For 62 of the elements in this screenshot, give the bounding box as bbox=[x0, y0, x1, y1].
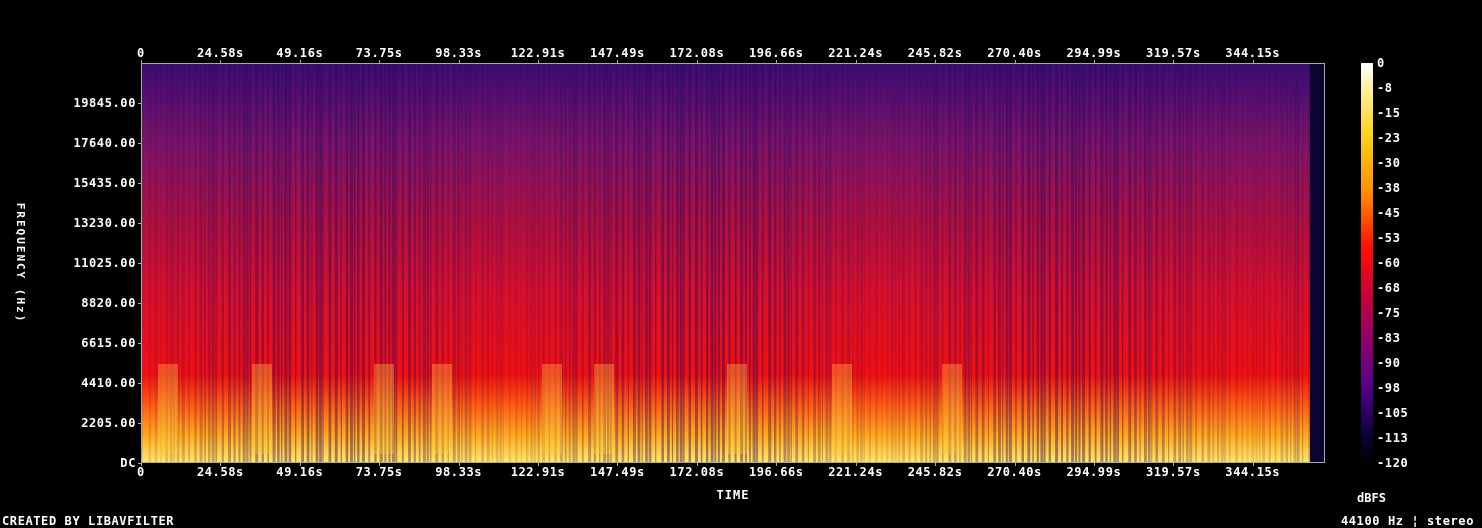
frequency-tick-label: 17640.00 bbox=[73, 136, 136, 150]
time-tick-label: 221.24s bbox=[828, 46, 884, 60]
time-tick-label: 49.16s bbox=[276, 46, 324, 60]
time-tick-label: 0 bbox=[137, 465, 145, 479]
axis-title: FREQUENCY (Hz) bbox=[14, 202, 27, 324]
time-tick-label: 122.91s bbox=[510, 465, 566, 479]
scale-tick-label: -120 bbox=[1377, 456, 1409, 470]
scale-unit-label: dBFS bbox=[1357, 491, 1387, 505]
scale-tick-label: -8 bbox=[1377, 81, 1393, 95]
frequency-tick-label: 15435.00 bbox=[73, 176, 136, 190]
time-tick-label: 73.75s bbox=[355, 46, 403, 60]
scale-tick-label: -68 bbox=[1377, 281, 1401, 295]
time-tick-label: 0 bbox=[137, 46, 145, 60]
time-tick-label: 49.16s bbox=[276, 465, 324, 479]
time-tick-label: 196.66s bbox=[748, 465, 804, 479]
time-tick-label: 294.99s bbox=[1066, 465, 1122, 479]
scale-tick-label: -30 bbox=[1377, 156, 1401, 170]
axis-title: TIME bbox=[716, 488, 750, 502]
scale-tick-label: -53 bbox=[1377, 231, 1401, 245]
scale-tick-label: -105 bbox=[1377, 406, 1409, 420]
scale-tick-label: -113 bbox=[1377, 431, 1409, 445]
time-tick-label: 147.49s bbox=[590, 46, 645, 60]
time-tick-label: 172.08s bbox=[669, 465, 725, 479]
frequency-tick-label: DC bbox=[120, 456, 136, 470]
audio-info-text: 44100 Hz ¦ stereo bbox=[1340, 514, 1474, 528]
time-tick-label: 98.33s bbox=[435, 465, 483, 479]
time-tick-label: 245.82s bbox=[907, 465, 963, 479]
scale-tick-label: 0 bbox=[1377, 56, 1385, 70]
frequency-tick-label: 11025.00 bbox=[73, 256, 136, 270]
scale-tick-label: -23 bbox=[1377, 131, 1401, 145]
frequency-tick-label: 8820.00 bbox=[81, 296, 136, 310]
time-tick-label: 245.82s bbox=[907, 46, 963, 60]
time-tick-label: 98.33s bbox=[435, 46, 483, 60]
time-tick-label: 172.08s bbox=[669, 46, 725, 60]
scale-tick-label: -38 bbox=[1377, 181, 1401, 195]
time-tick-label: 319.57s bbox=[1145, 46, 1201, 60]
time-tick-label: 221.24s bbox=[828, 465, 884, 479]
frequency-tick-label: 6615.00 bbox=[81, 336, 136, 350]
frequency-tick-label: 19845.00 bbox=[73, 96, 136, 110]
scale-tick-label: -90 bbox=[1377, 356, 1401, 370]
scale-tick-label: -45 bbox=[1377, 206, 1401, 220]
time-tick-label: 147.49s bbox=[590, 465, 645, 479]
time-tick-label: 294.99s bbox=[1066, 46, 1122, 60]
time-tick-label: 122.91s bbox=[510, 46, 566, 60]
scale-tick-label: -98 bbox=[1377, 381, 1401, 395]
time-tick-label: 24.58s bbox=[196, 46, 244, 60]
frequency-tick-label: 13230.00 bbox=[73, 216, 136, 230]
time-tick-label: 24.58s bbox=[196, 465, 244, 479]
time-tick-label: 344.15s bbox=[1225, 46, 1281, 60]
scale-tick-label: -83 bbox=[1377, 331, 1401, 345]
frequency-tick-label: 2205.00 bbox=[81, 416, 136, 430]
scale-tick-label: -60 bbox=[1377, 256, 1401, 270]
time-tick-label: 270.40s bbox=[987, 465, 1042, 479]
time-tick-label: 73.75s bbox=[355, 465, 403, 479]
time-tick-label: 196.66s bbox=[748, 46, 804, 60]
credit-text: CREATED BY LIBAVFILTER bbox=[2, 514, 175, 528]
scale-tick-label: -75 bbox=[1377, 306, 1401, 320]
time-tick-label: 270.40s bbox=[987, 46, 1042, 60]
scale-tick-label: -15 bbox=[1377, 106, 1401, 120]
time-tick-label: 319.57s bbox=[1145, 465, 1201, 479]
time-tick-label: 344.15s bbox=[1225, 465, 1281, 479]
frequency-tick-label: 4410.00 bbox=[81, 376, 136, 390]
